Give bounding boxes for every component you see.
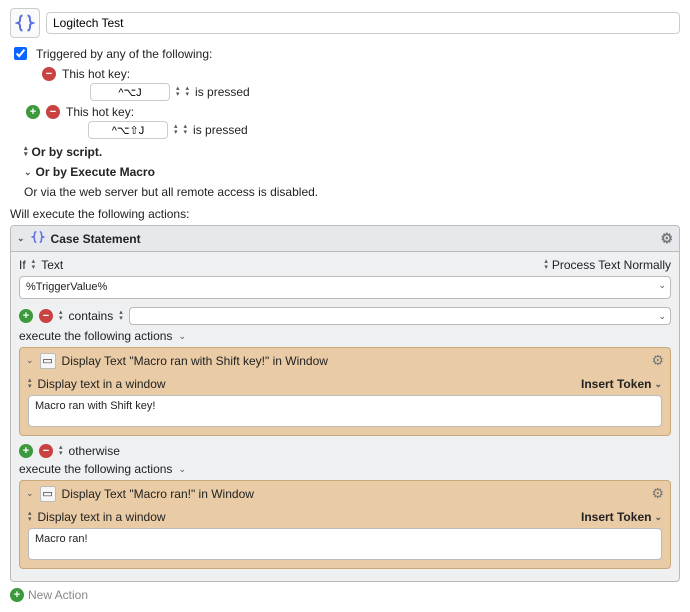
insert-token-button[interactable]: Insert Token ⌄ <box>581 510 662 524</box>
insert-token-label: Insert Token <box>581 510 651 524</box>
condition-op-label: otherwise <box>69 444 120 458</box>
display-text-body: Macro ran with Shift key! <box>35 400 155 412</box>
macro-name-input[interactable] <box>46 12 680 34</box>
display-text-body: Macro ran! <box>35 533 88 545</box>
condition-op-selector[interactable]: ▴▾ <box>59 310 63 322</box>
chevron-down-icon[interactable]: ⌄ <box>17 233 25 244</box>
chevron-down-icon: ⌄ <box>654 512 662 523</box>
remove-trigger-button[interactable]: − <box>42 67 56 81</box>
remove-condition-button[interactable]: − <box>39 309 53 323</box>
hotkey-mode-stepper[interactable]: ▴▾ <box>186 86 190 98</box>
trigger-value-field[interactable]: %TriggerValue% ⌄ <box>19 276 671 299</box>
chevron-down-icon[interactable]: ⌄ <box>26 488 34 499</box>
chevron-down-icon[interactable]: ⌄ <box>178 331 186 342</box>
hotkey-prefix-label: This hot key: <box>66 105 134 119</box>
case-statement-panel: ⌄ Case Statement ⚙ If ▴▾ Text ▴▾ Process… <box>10 225 680 582</box>
condition-op-label: contains <box>69 309 114 323</box>
display-text-body-field[interactable]: Macro ran with Shift key! <box>28 395 662 427</box>
hotkey-mode-label: is pressed <box>195 85 250 99</box>
triggers-enabled-checkbox[interactable] <box>14 47 27 60</box>
display-icon: ▭ <box>40 353 56 369</box>
hotkey-stepper[interactable]: ▴▾ <box>176 86 180 98</box>
or-script-label: Or by script. <box>32 145 103 159</box>
process-mode-label: Process Text Normally <box>552 258 671 272</box>
gear-icon[interactable]: ⚙ <box>660 230 673 247</box>
hotkey-mode-stepper[interactable]: ▴▾ <box>184 124 188 136</box>
remove-trigger-button[interactable]: − <box>46 105 60 119</box>
or-script-selector[interactable]: ▴▾ <box>24 146 28 158</box>
hotkey-stepper[interactable]: ▴▾ <box>174 124 178 136</box>
insert-token-button[interactable]: Insert Token ⌄ <box>581 377 662 391</box>
if-subject-label: Text <box>41 258 63 272</box>
display-text-action-panel: ⌄ ▭ Display Text "Macro ran!" in Window … <box>19 480 671 569</box>
braces-icon <box>31 230 45 247</box>
add-condition-button[interactable]: + <box>19 309 33 323</box>
case-statement-title: Case Statement <box>51 232 141 246</box>
chevron-down-icon[interactable]: ⌄ <box>24 167 32 178</box>
chevron-down-icon[interactable]: ⌄ <box>658 311 666 322</box>
execute-actions-label: execute the following actions <box>19 329 172 343</box>
add-action-button[interactable]: + <box>10 588 24 602</box>
chevron-down-icon[interactable]: ⌄ <box>658 280 666 291</box>
macro-app-icon <box>10 8 40 38</box>
condition-value-type-selector[interactable]: ▴▾ <box>119 310 123 322</box>
display-text-title: Display Text "Macro ran!" in Window <box>62 487 254 501</box>
condition-value-input[interactable]: ⌄ <box>129 307 671 325</box>
hotkey-field[interactable] <box>88 121 168 139</box>
add-condition-button[interactable]: + <box>19 444 33 458</box>
display-text-body-field[interactable]: Macro ran! <box>28 528 662 560</box>
display-icon: ▭ <box>40 486 56 502</box>
condition-op-selector[interactable]: ▴▾ <box>59 445 63 457</box>
display-mode-selector[interactable]: ▴▾ <box>28 378 32 390</box>
execute-actions-label: execute the following actions <box>19 462 172 476</box>
gear-icon[interactable]: ⚙ <box>651 352 664 369</box>
insert-token-label: Insert Token <box>581 377 651 391</box>
remove-condition-button[interactable]: − <box>39 444 53 458</box>
or-webserver-label: Or via the web server but all remote acc… <box>24 185 318 199</box>
if-subject-selector[interactable]: ▴▾ <box>32 259 36 271</box>
new-action-label[interactable]: New Action <box>28 588 88 602</box>
display-mode-selector[interactable]: ▴▾ <box>28 511 32 523</box>
hotkey-prefix-label: This hot key: <box>62 67 130 81</box>
actions-section-label: Will execute the following actions: <box>10 207 680 221</box>
or-execute-label: Or by Execute Macro <box>36 165 155 179</box>
if-label: If <box>19 258 26 272</box>
hotkey-field[interactable] <box>90 83 170 101</box>
chevron-down-icon[interactable]: ⌄ <box>26 355 34 366</box>
display-mode-label: Display text in a window <box>38 377 166 391</box>
display-text-action-panel: ⌄ ▭ Display Text "Macro ran with Shift k… <box>19 347 671 436</box>
add-trigger-button[interactable]: + <box>26 105 40 119</box>
display-mode-label: Display text in a window <box>38 510 166 524</box>
gear-icon[interactable]: ⚙ <box>651 485 664 502</box>
trigger-value-text: %TriggerValue% <box>26 281 107 293</box>
chevron-down-icon: ⌄ <box>654 379 662 390</box>
chevron-down-icon[interactable]: ⌄ <box>178 464 186 475</box>
triggers-label: Triggered by any of the following: <box>36 47 212 61</box>
hotkey-mode-label: is pressed <box>193 123 248 137</box>
display-text-title: Display Text "Macro ran with Shift key!"… <box>62 354 328 368</box>
process-mode-selector[interactable]: ▴▾ <box>544 259 548 271</box>
